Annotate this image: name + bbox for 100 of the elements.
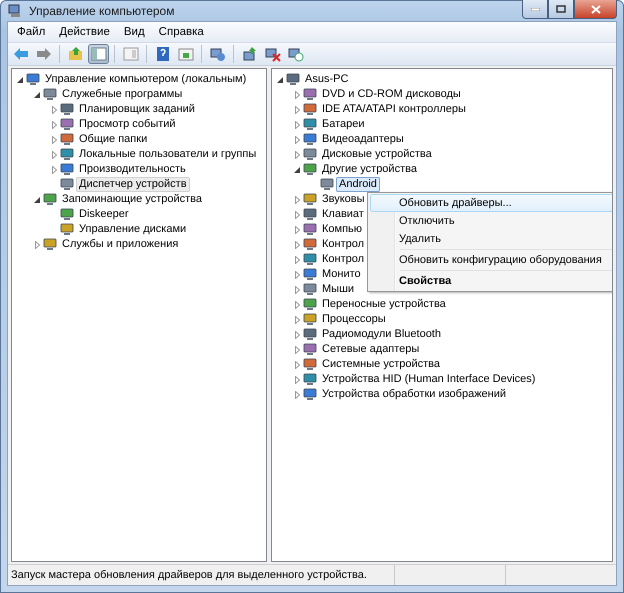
context-menu-item[interactable]: Свойства: [370, 272, 612, 290]
device-icon: [286, 73, 300, 86]
minimize-button[interactable]: [522, 0, 548, 19]
tree-item[interactable]: Компью: [319, 222, 366, 237]
device-icon: [60, 118, 74, 131]
device-icon: [303, 223, 317, 236]
menu-item[interactable]: Действие: [52, 24, 117, 40]
folder-up-icon: [68, 46, 84, 62]
device-icon: [303, 193, 317, 206]
help-icon: [154, 46, 170, 62]
expanded-arrow-icon: [34, 196, 40, 202]
device-icon: [303, 388, 317, 401]
forward-arrow-icon: [36, 46, 52, 62]
tree-item[interactable]: Устройства HID (Human Interface Devices): [319, 372, 538, 387]
minimize-icon: [530, 8, 540, 10]
device-icon: [60, 133, 74, 146]
tree-item[interactable]: Процессоры: [319, 312, 389, 327]
device-icon: [303, 163, 317, 176]
tree-item[interactable]: Общие папки: [76, 132, 150, 147]
tree-item[interactable]: Батареи: [319, 117, 368, 132]
tree-item[interactable]: Видеоадаптеры: [319, 132, 407, 147]
computer-icon: [210, 46, 226, 62]
tree-item[interactable]: Мыши: [319, 282, 358, 297]
device-icon: [303, 103, 317, 116]
tree-item[interactable]: Дисковые устройства: [319, 147, 435, 162]
tree-item[interactable]: Переносные устройства: [319, 297, 449, 312]
tree-item[interactable]: Диспетчер устройств: [76, 177, 190, 192]
device-icon: [303, 373, 317, 386]
expanded-arrow-icon: [34, 92, 40, 98]
tree-item[interactable]: DVD и CD-ROM дисководы: [319, 87, 464, 102]
tree-item[interactable]: Контрол: [319, 237, 368, 252]
remove-icon: [264, 46, 280, 62]
maximize-button[interactable]: [548, 0, 574, 19]
tree-item[interactable]: Diskeeper: [76, 207, 132, 222]
tree-item[interactable]: Планировщик заданий: [76, 102, 198, 117]
maximize-icon: [556, 5, 566, 13]
device-icon: [60, 148, 74, 161]
device-icon: [303, 238, 317, 251]
tree-item[interactable]: IDE ATA/ATAPI контроллеры: [319, 102, 469, 117]
device-icon: [60, 208, 74, 221]
update-icon: [242, 46, 258, 62]
context-menu-item[interactable]: Обновить конфигурацию оборудования: [370, 251, 612, 269]
device-icon: [303, 328, 317, 341]
toolbar-button[interactable]: [88, 44, 109, 64]
tree-item[interactable]: Системные устройства: [319, 357, 444, 372]
collapsed-arrow-icon: [34, 240, 40, 248]
device-icon: [43, 88, 57, 101]
tree-item[interactable]: Другие устройства: [319, 162, 420, 177]
tree-item[interactable]: Управление компьютером (локальным): [42, 72, 250, 87]
panel-icon: [90, 46, 106, 62]
context-menu-item[interactable]: Обновить драйверы...: [370, 194, 612, 212]
expanded-arrow-icon: [17, 76, 23, 82]
device-icon: [303, 343, 317, 356]
device-icon: [43, 193, 57, 206]
tree-item[interactable]: Локальные пользователи и группы: [76, 147, 260, 162]
window-title: Управление компьютером: [29, 4, 176, 18]
close-button[interactable]: [574, 0, 617, 19]
device-icon: [303, 118, 317, 131]
tree-item[interactable]: Производительность: [76, 162, 189, 177]
device-icon: [303, 88, 317, 101]
device-icon: [320, 178, 334, 191]
tree-item[interactable]: Клавиат: [319, 207, 367, 222]
tree-item[interactable]: Запоминающие устройства: [59, 192, 206, 207]
device-icon: [303, 208, 317, 221]
tree-item[interactable]: Android: [336, 177, 380, 192]
device-icon: [60, 103, 74, 116]
device-icon: [303, 268, 317, 281]
menu-item[interactable]: Вид: [116, 24, 152, 40]
device-icon: [303, 253, 317, 266]
context-menu-item[interactable]: Удалить: [370, 230, 612, 248]
close-icon: [590, 4, 600, 14]
tree-item[interactable]: Управление дисками: [76, 222, 190, 237]
tree-item[interactable]: Службы и приложения: [59, 237, 182, 252]
device-icon: [303, 313, 317, 326]
device-icon: [60, 163, 74, 176]
device-icon: [60, 178, 74, 191]
menu-item[interactable]: Справка: [152, 24, 211, 40]
tree-item[interactable]: Монито: [319, 267, 364, 282]
menu-item[interactable]: Файл: [10, 24, 52, 40]
tree-item[interactable]: Радиомодули Bluetooth: [319, 327, 444, 342]
device-icon: [303, 283, 317, 296]
device-icon: [26, 73, 40, 86]
tree-item[interactable]: Asus-PC: [302, 72, 352, 87]
tree-item[interactable]: Контрол: [319, 252, 368, 267]
tree-item[interactable]: Просмотр событий: [76, 117, 179, 132]
device-icon: [303, 298, 317, 311]
back-arrow-icon: [12, 46, 28, 62]
panel-icon: [178, 46, 194, 62]
expanded-arrow-icon: [277, 76, 283, 82]
device-icon: [303, 358, 317, 371]
computer-icon: [7, 3, 23, 19]
tree-item[interactable]: Служебные программы: [59, 87, 186, 102]
context-menu-item[interactable]: Отключить: [370, 212, 612, 230]
device-icon: [303, 133, 317, 146]
device-icon: [60, 223, 74, 236]
tree-item[interactable]: Сетевые адаптеры: [319, 342, 422, 357]
tree-item[interactable]: Устройства обработки изображений: [319, 387, 510, 402]
tree-item[interactable]: Звуковы: [319, 192, 368, 207]
device-icon: [303, 148, 317, 161]
device-icon: [43, 238, 57, 251]
